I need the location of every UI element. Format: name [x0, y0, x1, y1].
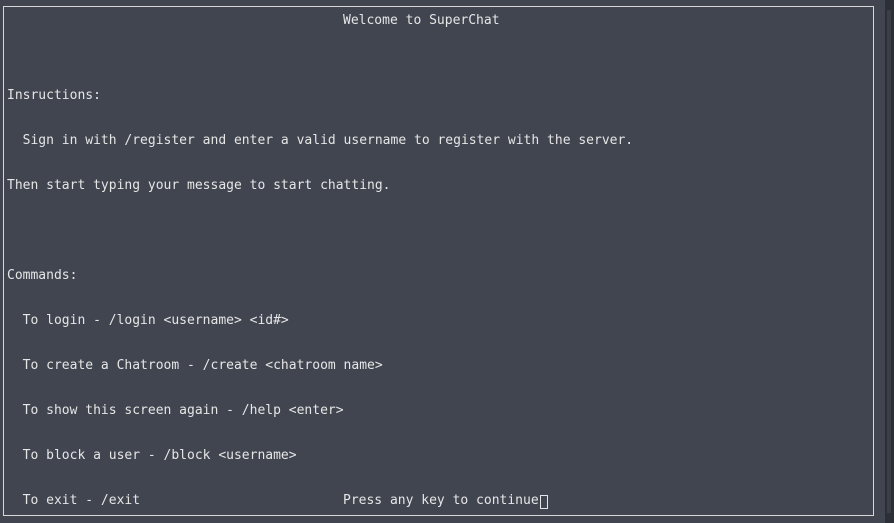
instructions-label: Insructions: — [7, 88, 101, 103]
command-login: To login - /login <username> <id#> — [7, 313, 289, 328]
command-create: To create a Chatroom - /create <chatroom… — [7, 358, 383, 373]
help-content: Insructions: Sign in with /register and … — [7, 58, 633, 523]
commands-label: Commands: — [7, 268, 78, 283]
instructions-line-2: Then start typing your message to start … — [7, 178, 391, 193]
page-title: Welcome to SuperChat — [343, 13, 500, 28]
terminal-window[interactable]: Welcome to SuperChat Insructions: Sign i… — [0, 0, 894, 523]
command-block: To block a user - /block <username> — [7, 448, 297, 463]
vertical-scrollbar[interactable] — [885, 0, 894, 523]
command-help: To show this screen again - /help <enter… — [7, 403, 344, 418]
scrollbar-track — [887, 10, 891, 513]
continue-prompt-text: Press any key to continue — [343, 493, 539, 508]
instructions-line-1: Sign in with /register and enter a valid… — [7, 133, 634, 148]
continue-prompt[interactable]: Press any key to continue — [343, 493, 548, 509]
text-cursor — [539, 494, 548, 509]
